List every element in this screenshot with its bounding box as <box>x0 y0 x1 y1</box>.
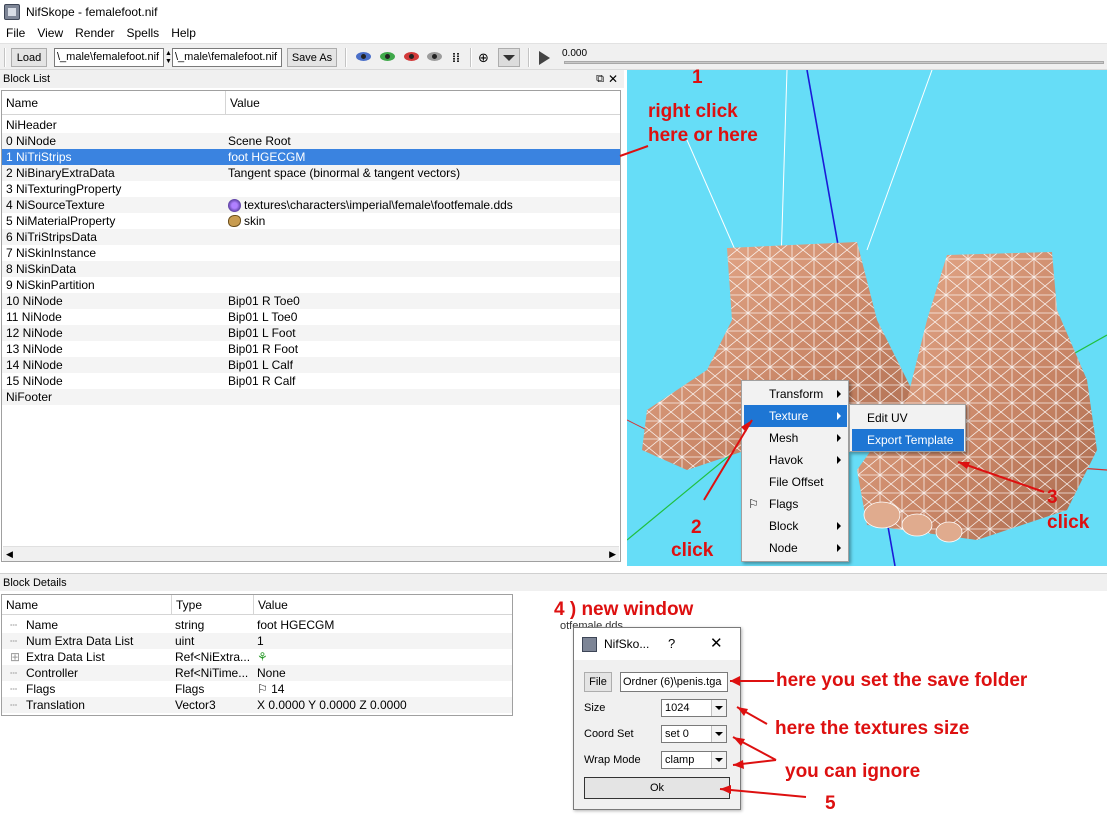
annotation-3-text: click <box>1047 512 1090 533</box>
annotation-arrows <box>619 145 1045 798</box>
annotation-1-text: right click here or here <box>648 101 758 146</box>
annotation-ignore-text: you can ignore <box>785 761 921 782</box>
annotation-folder-text: here you set the save folder <box>776 670 1028 691</box>
annotation-2-number: 2 <box>691 517 702 538</box>
annotation-size-text: here the textures size <box>775 718 970 739</box>
annotation-1-number: 1 <box>692 67 703 88</box>
annotation-4-text: 4 ) new window <box>554 599 694 620</box>
annotation-5-number: 5 <box>825 793 836 814</box>
annotation-3-number: 3 <box>1047 487 1058 508</box>
annotation-2-text: click <box>671 540 714 561</box>
